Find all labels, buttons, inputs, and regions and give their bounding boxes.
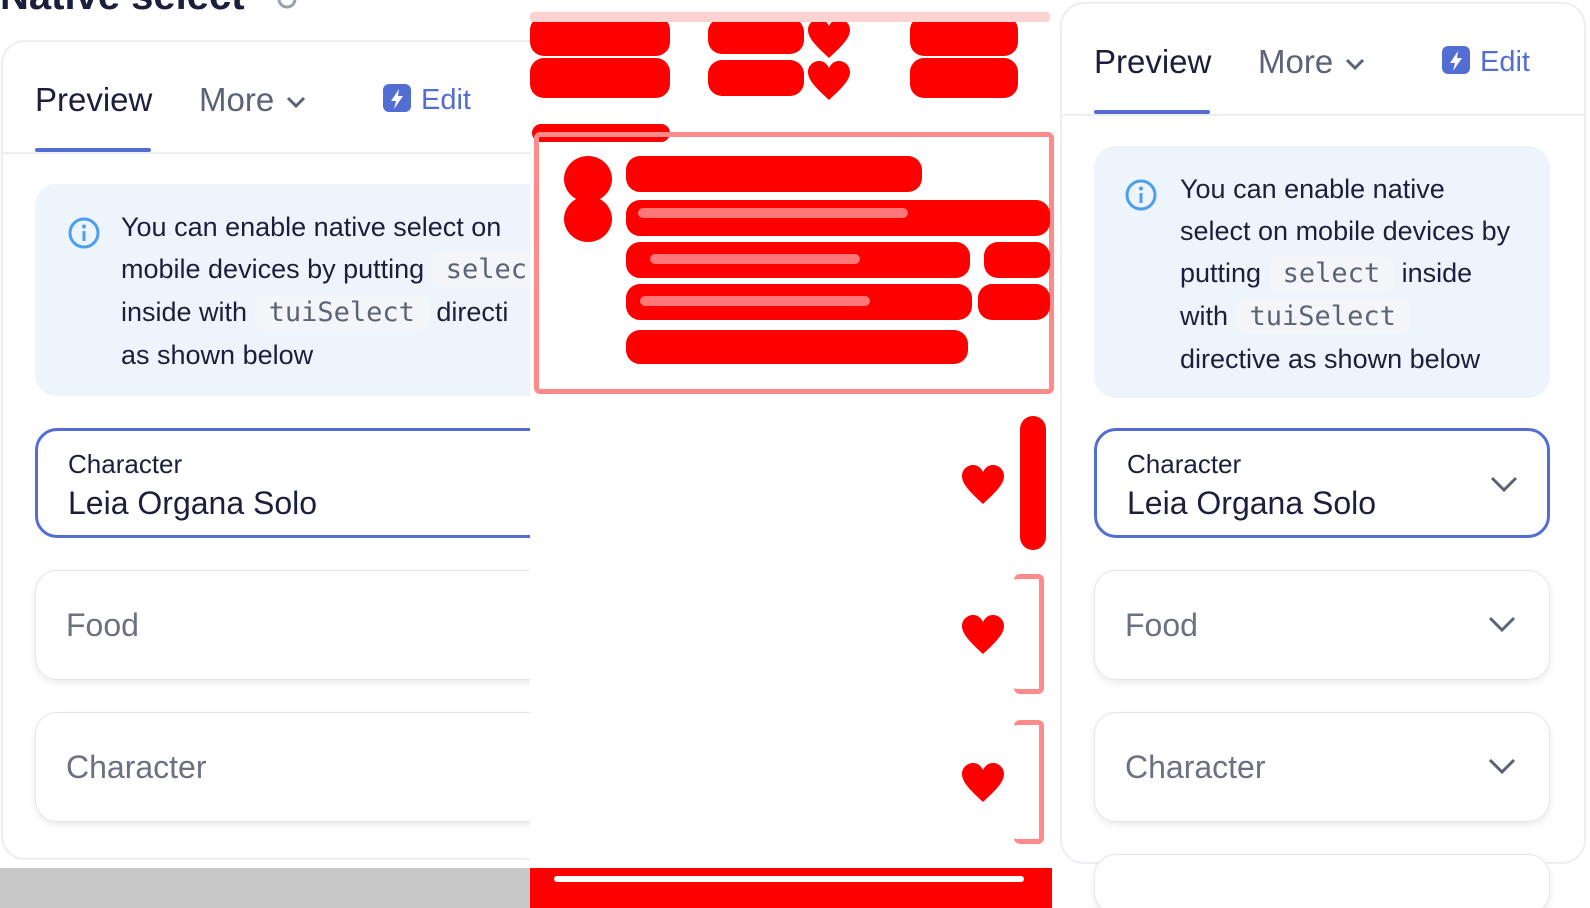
tab-bar: Preview More Edit <box>3 42 530 154</box>
field-label: Character <box>1127 449 1242 479</box>
chevron-down-icon <box>1488 616 1516 633</box>
tab-preview[interactable]: Preview <box>1094 42 1211 82</box>
notice-text-fragment: inside <box>1401 258 1473 288</box>
edit-link[interactable]: Edit <box>1442 42 1530 82</box>
field-value: Leia Organa Solo <box>68 485 318 521</box>
notice-text: You can enable native select on mobile d… <box>121 206 530 376</box>
notice-line: mobile devices by putting selec <box>121 248 530 291</box>
field-placeholder: Character <box>1125 749 1266 785</box>
diff-blob <box>650 254 860 264</box>
next-select-partial[interactable] <box>1094 854 1550 908</box>
lightning-icon <box>1442 46 1470 75</box>
edit-link[interactable]: Edit <box>383 80 471 120</box>
chevron-down-icon <box>1346 59 1365 71</box>
diff-blob <box>530 868 1052 908</box>
tab-more-label: More <box>199 81 275 118</box>
right-preview-panel: Preview More Edit You can enable native … <box>1060 0 1590 908</box>
tab-more[interactable]: More <box>1258 42 1365 82</box>
tab-more-label: More <box>1258 43 1334 80</box>
diff-blob <box>640 296 870 306</box>
notice-text: You can enable native select on mobile d… <box>1180 168 1540 380</box>
tab-more[interactable]: More <box>199 80 306 120</box>
tab-underline <box>35 148 151 152</box>
character-select-empty[interactable]: Character <box>1094 712 1550 822</box>
scrollbar-strip <box>0 868 530 908</box>
diff-blob <box>530 58 670 98</box>
left-preview-panel: Native select Preview More Edit You <box>0 0 530 908</box>
heart-icon <box>808 19 850 58</box>
character-select[interactable]: Character Leia Organa Solo <box>35 428 530 538</box>
field-value: Leia Organa Solo <box>1127 485 1377 521</box>
heart-icon <box>962 465 1004 504</box>
diff-outline <box>1014 720 1044 844</box>
chevron-down-icon <box>287 97 306 109</box>
chevron-down-icon <box>1488 758 1516 775</box>
tab-preview[interactable]: Preview <box>35 80 152 120</box>
link-icon <box>277 0 297 9</box>
field-label: Character <box>68 449 183 479</box>
diff-blob <box>626 330 968 364</box>
diff-blob <box>978 284 1050 320</box>
info-icon <box>1125 179 1157 211</box>
tab-underline <box>1094 110 1210 114</box>
diff-outline <box>1014 574 1044 694</box>
diff-blob <box>554 876 1024 882</box>
code-snippet: selec <box>431 252 530 287</box>
character-select-empty[interactable]: Character <box>35 712 530 822</box>
diff-overlay <box>530 0 1060 908</box>
notice-text-fragment: with <box>1180 301 1229 331</box>
info-notice: You can enable native select on mobile d… <box>1094 146 1550 398</box>
edit-label: Edit <box>421 84 471 116</box>
notice-line: You can enable native select on <box>121 212 502 242</box>
diff-blob <box>638 208 908 218</box>
notice-line: with tuiSelect <box>1180 295 1540 338</box>
diff-blob <box>626 156 922 192</box>
page-title: Native select <box>0 0 245 19</box>
notice-text-fragment: mobile devices by putting <box>121 254 425 284</box>
info-icon <box>68 217 100 249</box>
diff-blob <box>530 12 1050 22</box>
code-snippet: tuiSelect <box>254 295 429 330</box>
preview-card: Preview More Edit You can enable native … <box>1060 2 1586 908</box>
notice-line: select on mobile devices by <box>1180 216 1511 246</box>
notice-line: putting select inside <box>1180 252 1540 295</box>
diff-blob <box>984 242 1050 278</box>
diff-blob <box>910 16 1018 56</box>
code-snippet: select <box>1268 256 1395 291</box>
field-placeholder: Food <box>1125 607 1198 643</box>
field-placeholder: Food <box>66 607 139 643</box>
diff-blob <box>708 18 804 54</box>
notice-line: directive as shown below <box>1180 344 1481 374</box>
diff-blob <box>910 58 1018 98</box>
heart-icon <box>962 615 1004 654</box>
heart-icon <box>962 763 1004 802</box>
preview-card: Preview More Edit You can enable native … <box>1 40 530 860</box>
tab-bar: Preview More Edit <box>1062 4 1584 116</box>
food-select[interactable]: Food <box>35 570 530 680</box>
notice-text-fragment: inside with <box>121 297 248 327</box>
diff-blob <box>530 16 670 56</box>
diff-blob <box>564 196 612 242</box>
notice-text-fragment: directi <box>436 297 509 327</box>
info-notice: You can enable native select on mobile d… <box>35 184 530 396</box>
field-placeholder: Character <box>66 749 207 785</box>
diff-blob <box>708 60 804 96</box>
character-select[interactable]: Character Leia Organa Solo <box>1094 428 1550 538</box>
notice-line: inside with tuiSelect directi <box>121 291 530 334</box>
notice-text-fragment: putting <box>1180 258 1262 288</box>
heart-icon <box>808 61 850 100</box>
notice-line: as shown below <box>121 340 314 370</box>
chevron-down-icon <box>1490 476 1518 493</box>
food-select[interactable]: Food <box>1094 570 1550 680</box>
notice-line: You can enable native <box>1180 174 1445 204</box>
diff-blob <box>1020 416 1046 550</box>
code-snippet: tuiSelect <box>1235 299 1410 334</box>
edit-label: Edit <box>1480 46 1530 78</box>
diff-blob <box>626 200 1050 236</box>
lightning-icon <box>383 84 411 113</box>
